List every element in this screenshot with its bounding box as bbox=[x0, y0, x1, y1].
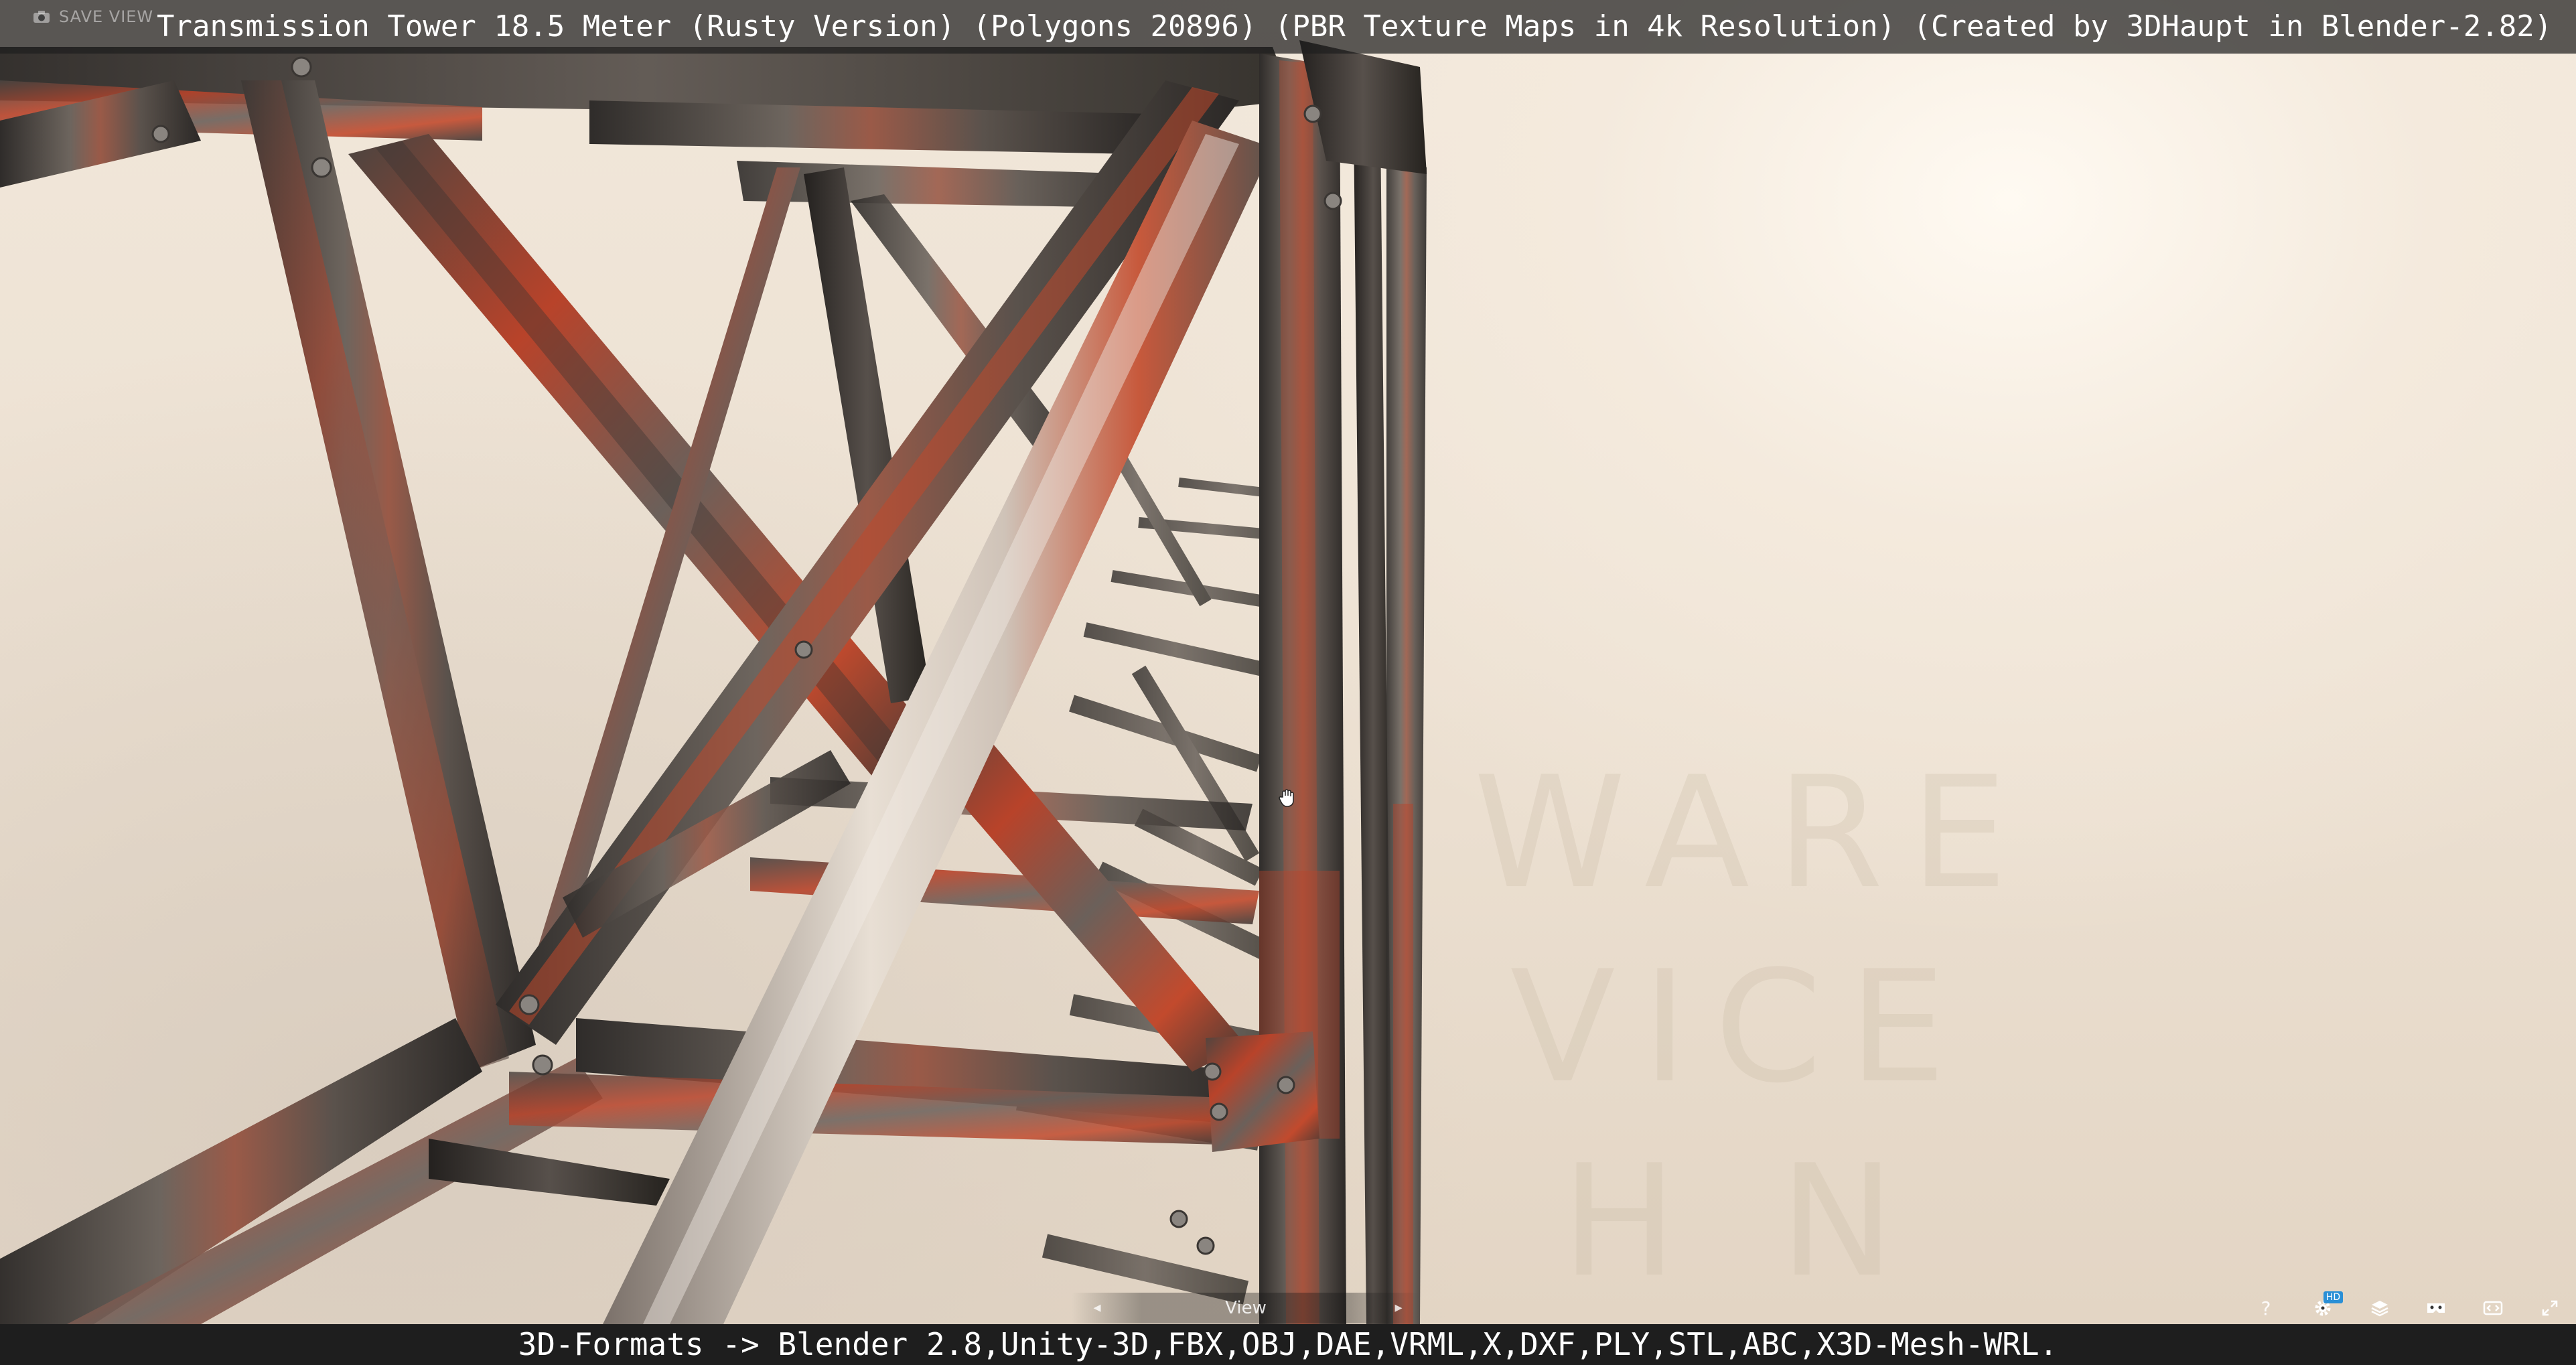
layers-button[interactable] bbox=[2364, 1293, 2395, 1323]
transmission-tower-model bbox=[0, 40, 1427, 1324]
model-title: Transmission Tower 18.5 Meter (Rusty Ver… bbox=[157, 9, 2553, 44]
question-icon: ? bbox=[2261, 1297, 2271, 1319]
help-button[interactable]: ? bbox=[2250, 1293, 2281, 1323]
save-view-label: SAVE VIEW bbox=[59, 7, 154, 26]
save-view-button[interactable]: SAVE VIEW bbox=[32, 5, 153, 28]
formats-caption: 3D-Formats -> Blender 2.8,Unity-3D,FBX,O… bbox=[518, 1326, 2058, 1362]
view-label[interactable]: View bbox=[1206, 1296, 1286, 1320]
vr-headset-icon bbox=[2427, 1303, 2445, 1313]
camera-icon bbox=[33, 11, 50, 23]
embed-button[interactable] bbox=[2478, 1293, 2508, 1323]
hd-badge: HD bbox=[2323, 1291, 2344, 1303]
3d-viewport[interactable]: WARE VICE H N bbox=[0, 0, 2576, 1365]
viewer-toolbar: ? HD bbox=[2250, 1291, 2565, 1323]
next-view-arrow-icon[interactable]: ▸ bbox=[1390, 1299, 1407, 1317]
settings-button[interactable]: HD bbox=[2307, 1291, 2344, 1323]
layers-icon bbox=[2371, 1301, 2388, 1317]
prev-view-arrow-icon[interactable]: ◂ bbox=[1088, 1299, 1106, 1317]
fullscreen-button[interactable] bbox=[2534, 1293, 2565, 1323]
formats-caption-bar: 3D-Formats -> Blender 2.8,Unity-3D,FBX,O… bbox=[0, 1324, 2576, 1365]
vr-button[interactable] bbox=[2421, 1293, 2451, 1323]
grab-cursor-icon bbox=[1279, 789, 1294, 807]
fullscreen-icon bbox=[2542, 1300, 2558, 1316]
embed-icon bbox=[2483, 1301, 2503, 1315]
title-bar: SAVE VIEW Transmission Tower 18.5 Meter … bbox=[0, 0, 2576, 54]
